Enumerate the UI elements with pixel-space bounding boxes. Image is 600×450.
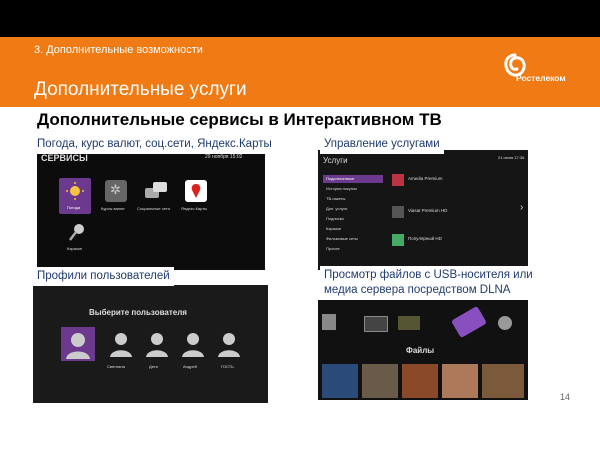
caption-files: Просмотр файлов с USB-носителя или медиа… — [320, 266, 550, 300]
services-screen-date: 29 ноября 15:02 — [205, 154, 243, 160]
service-item[interactable]: Amedia Premium — [408, 176, 443, 181]
caption-profiles: Профили пользователей — [33, 267, 174, 286]
profiles-screenshot: Выберите пользователя Светлана Дети Андр… — [33, 285, 268, 403]
menu-item[interactable]: Караоке — [326, 226, 341, 231]
slide-title: Дополнительные услуги — [34, 79, 247, 100]
manage-screen-title: Услуги — [323, 156, 348, 165]
profile-user[interactable] — [179, 329, 207, 359]
menu-item[interactable]: Доп. услуги — [326, 206, 347, 211]
service-item[interactable]: Viasat Premium HD — [408, 208, 447, 213]
chat-bubbles-icon — [145, 182, 167, 198]
menu-item[interactable]: История покупок — [326, 186, 357, 191]
tile-label: Социальные сети — [137, 206, 170, 211]
profile-name: Дети — [149, 364, 158, 369]
menu-item[interactable]: Подключенные — [326, 176, 354, 181]
media-thumb[interactable] — [402, 364, 438, 398]
play-icon[interactable] — [498, 316, 512, 330]
user-icon — [182, 333, 204, 357]
media-thumb[interactable] — [482, 364, 524, 398]
monitor-icon[interactable] — [364, 316, 388, 332]
menu-item[interactable]: Подписки — [326, 216, 344, 221]
menu-item[interactable]: ТВ-пакеты — [326, 196, 345, 201]
media-thumb[interactable] — [362, 364, 398, 398]
user-icon — [146, 333, 168, 357]
rostelecom-logo: Ростелеком — [498, 51, 578, 95]
profile-guest[interactable] — [215, 329, 243, 359]
profile-user[interactable] — [107, 329, 135, 359]
caption-services: Погода, курс валют, соц.сети, Яндекс.Кар… — [33, 135, 276, 154]
user-icon — [66, 333, 90, 359]
item-thumb — [392, 206, 404, 218]
top-black-bar — [0, 0, 600, 37]
tile-karaoke[interactable] — [67, 222, 87, 242]
usb-drive-icon[interactable] — [451, 305, 487, 339]
item-thumb — [392, 174, 404, 186]
item-thumb — [392, 234, 404, 246]
profile-selected[interactable] — [61, 327, 95, 361]
tile-yandex-maps[interactable] — [185, 180, 207, 202]
media-thumb[interactable] — [322, 364, 358, 398]
files-screen-title: Файлы — [406, 346, 435, 355]
files-screenshot: Файлы — [318, 300, 528, 400]
chevron-right-icon[interactable]: › — [520, 202, 523, 213]
profile-name: Андрей — [183, 364, 197, 369]
user-icon — [110, 333, 132, 357]
sun-icon — [66, 182, 84, 200]
manage-services-screenshot: Услуги 21 июня 17:36 Подключенные Истори… — [318, 150, 528, 270]
profiles-screen-title: Выберите пользователя — [89, 308, 187, 317]
folder-icon[interactable] — [398, 316, 420, 330]
profile-name: Светлана — [107, 364, 125, 369]
tile-label: Погода — [67, 205, 81, 210]
logo-text: Ростелеком — [516, 73, 566, 83]
services-screen-title: СЕРВИСЫ — [41, 153, 88, 163]
section-title: 3. Дополнительные возможности — [34, 44, 203, 56]
file-thumb — [322, 314, 336, 330]
caption-manage: Управление услугами — [320, 135, 444, 154]
profile-name: ГОСТЬ — [221, 364, 234, 369]
menu-item[interactable]: Прочее — [326, 246, 340, 251]
tile-weather[interactable]: Погода — [59, 178, 91, 214]
tile-label: Яндекс.Карты — [181, 206, 207, 211]
tile-label: Курсы валют — [101, 206, 125, 211]
profile-user[interactable] — [143, 329, 171, 359]
manage-screen-date: 21 июня 17:36 — [498, 155, 525, 160]
map-pin-icon — [191, 184, 201, 198]
tile-label: Караоке — [67, 246, 83, 251]
main-heading: Дополнительные сервисы в Интерактивном Т… — [37, 110, 442, 129]
microphone-icon — [69, 224, 84, 241]
currency-icon: ✲ — [110, 182, 121, 197]
media-thumb[interactable] — [442, 364, 478, 398]
tile-currency[interactable]: ✲ — [105, 180, 127, 202]
menu-item[interactable]: Фильмовые сеты — [326, 236, 358, 241]
page-number: 14 — [560, 392, 571, 402]
service-item[interactable]: Популярный HD — [408, 236, 442, 241]
tile-social[interactable] — [143, 180, 169, 202]
services-screenshot: СЕРВИСЫ 29 ноября 15:02 Погода ✲ Курсы в… — [37, 150, 265, 270]
user-icon — [218, 333, 240, 357]
